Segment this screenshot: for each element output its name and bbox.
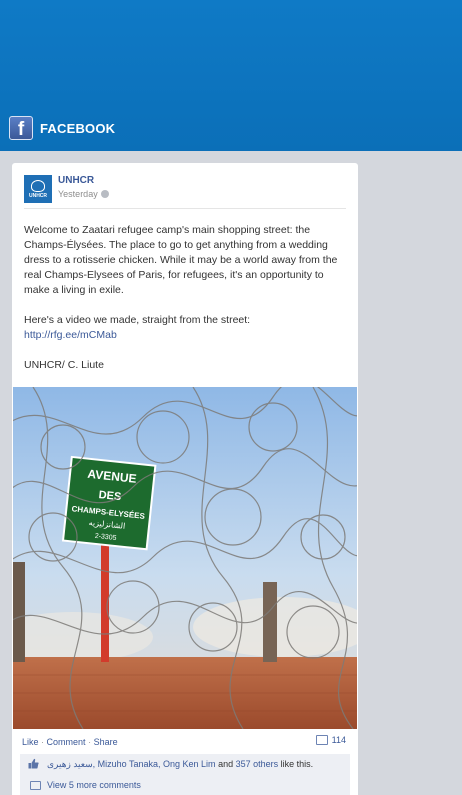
top-banner: f FACEBOOK xyxy=(0,0,462,151)
avatar-label: UNHCR xyxy=(28,192,48,199)
post-time: Yesterday xyxy=(58,187,109,201)
globe-icon xyxy=(100,190,109,198)
post-actions: Like · Comment · Share 114 xyxy=(12,729,358,754)
avatar[interactable]: UNHCR xyxy=(24,175,52,203)
view-more-comments-link[interactable]: View 5 more comments xyxy=(47,780,141,790)
post-credit: UNHCR/ C. Liute xyxy=(24,359,104,371)
post-paragraph: Welcome to Zaatari refugee camp's main s… xyxy=(24,224,338,296)
unhcr-logo-icon xyxy=(31,179,45,192)
separator: · xyxy=(88,737,92,747)
post-paragraph: Here's a video we made, straight from th… xyxy=(24,314,251,326)
header-divider xyxy=(24,208,346,209)
likes-and: and xyxy=(215,759,236,769)
like-link[interactable]: Like xyxy=(22,737,39,747)
likes-others-link[interactable]: 357 others xyxy=(236,759,279,769)
share-link[interactable]: Share xyxy=(94,737,118,747)
comment-count[interactable]: 114 xyxy=(315,735,346,745)
likers-names[interactable]: سعيد زهيرى, Mizuho Tanaka, Ong Ken Lim xyxy=(47,759,216,769)
post-timestamp[interactable]: Yesterday xyxy=(58,189,98,199)
post-body: Welcome to Zaatari refugee camp's main s… xyxy=(24,223,348,388)
facebook-brand[interactable]: f FACEBOOK xyxy=(9,116,115,140)
facebook-logo-icon: f xyxy=(9,116,33,140)
post-link[interactable]: http://rfg.ee/mCMab xyxy=(24,329,117,341)
post-author[interactable]: UNHCR xyxy=(58,175,109,187)
app-title: FACEBOOK xyxy=(40,120,116,136)
photo-scene: AVENUE DES CHAMPS-ELYSÉES الشانزليزيه 2-… xyxy=(13,387,357,729)
comment-icon xyxy=(30,781,41,790)
thumbs-up-icon xyxy=(28,758,39,769)
post-photo[interactable]: AVENUE DES CHAMPS-ELYSÉES الشانزليزيه 2-… xyxy=(13,387,357,729)
post-header: UNHCR UNHCR Yesterday xyxy=(24,175,109,203)
likes-summary: سعيد زهيرى, Mizuho Tanaka, Ong Ken Lim a… xyxy=(20,754,350,776)
separator: · xyxy=(41,737,45,747)
post-paragraph-with-link: Here's a video we made, straight from th… xyxy=(24,313,348,343)
comment-bubble-icon xyxy=(315,735,328,745)
comment-link[interactable]: Comment xyxy=(47,737,86,747)
view-more-comments-row[interactable]: View 5 more comments xyxy=(20,775,350,795)
post-card: UNHCR UNHCR Yesterday Welcome to Zaatari… xyxy=(12,163,358,795)
comment-count-value: 114 xyxy=(331,735,346,745)
likes-suffix: like this. xyxy=(278,759,314,769)
